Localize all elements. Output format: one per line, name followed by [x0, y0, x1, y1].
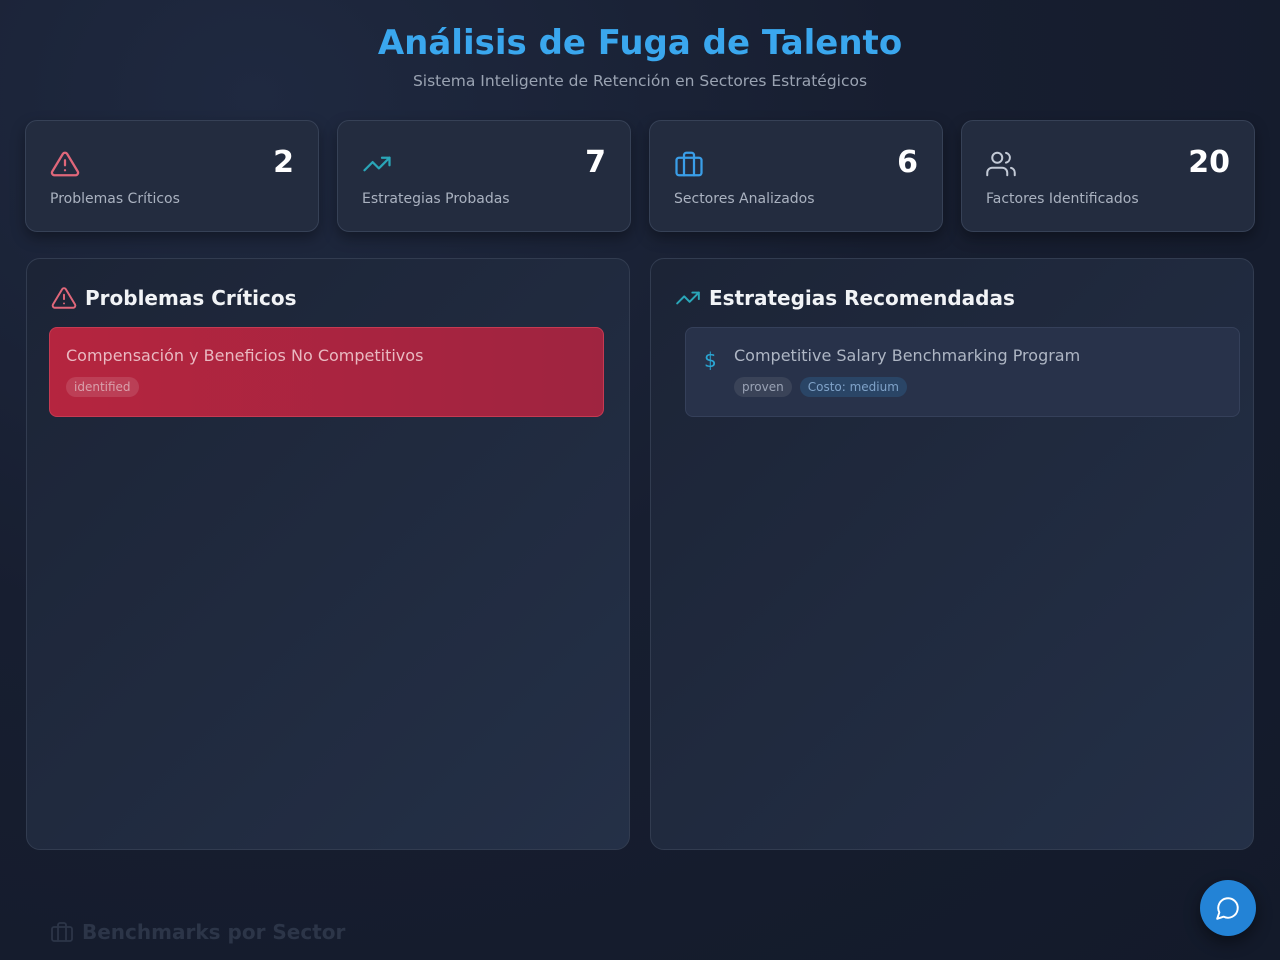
stat-card-factors: 20 Factores Identificados [961, 120, 1255, 232]
panel-title: Problemas Críticos [51, 285, 297, 311]
benchmarks-section-title: Benchmarks por Sector [50, 920, 345, 944]
users-icon [986, 151, 1016, 177]
strategy-title: Competitive Salary Benchmarking Program [734, 346, 1081, 365]
trending-up-icon [363, 156, 391, 172]
benchmarks-title-text: Benchmarks por Sector [82, 920, 346, 944]
message-circle-icon [1216, 897, 1239, 920]
cost-badge: Costo: medium [799, 377, 907, 397]
briefcase-icon [51, 922, 73, 942]
stat-value: 20 [1188, 145, 1230, 180]
alert-triangle-icon [51, 287, 77, 309]
problem-title: Compensación y Beneficios No Competitivo… [66, 346, 424, 365]
page-header: Análisis de Fuga de Talento Sistema Inte… [0, 20, 1280, 90]
status-badge: identified [66, 377, 139, 397]
briefcase-icon [675, 151, 703, 177]
page-subtitle: Sistema Inteligente de Retención en Sect… [412, 72, 868, 90]
evidence-badge: proven [734, 377, 792, 397]
stat-value: 7 [585, 145, 606, 180]
alert-triangle-icon [50, 151, 80, 177]
stat-value: 2 [273, 145, 294, 180]
stat-label: Estrategias Probadas [362, 191, 510, 207]
page-title: Análisis de Fuga de Talento [377, 23, 903, 63]
dollar-icon: $ [704, 348, 717, 372]
chat-button[interactable] [1200, 880, 1256, 936]
stat-label: Sectores Analizados [674, 191, 815, 207]
stat-label: Problemas Críticos [50, 191, 180, 207]
problem-item[interactable]: Compensación y Beneficios No Competitivo… [49, 327, 604, 417]
trending-up-icon [676, 291, 700, 305]
problems-panel: Problemas Críticos Compensación y Benefi… [26, 258, 630, 850]
strategies-panel: Estrategias Recomendadas $ Competitive S… [650, 258, 1254, 850]
stat-label: Factores Identificados [986, 191, 1139, 207]
stat-card-problems: 2 Problemas Críticos [25, 120, 319, 232]
stat-card-strategies: 7 Estrategias Probadas [337, 120, 631, 232]
panel-title-text: Problemas Críticos [85, 286, 297, 310]
panel-title: Estrategias Recomendadas [675, 285, 1015, 311]
strategy-tags: proven Costo: medium [734, 377, 907, 397]
stat-card-sectors: 6 Sectores Analizados [649, 120, 943, 232]
stat-value: 6 [897, 145, 918, 180]
strategy-item[interactable]: $ Competitive Salary Benchmarking Progra… [685, 327, 1240, 417]
panel-title-text: Estrategias Recomendadas [709, 286, 1015, 310]
